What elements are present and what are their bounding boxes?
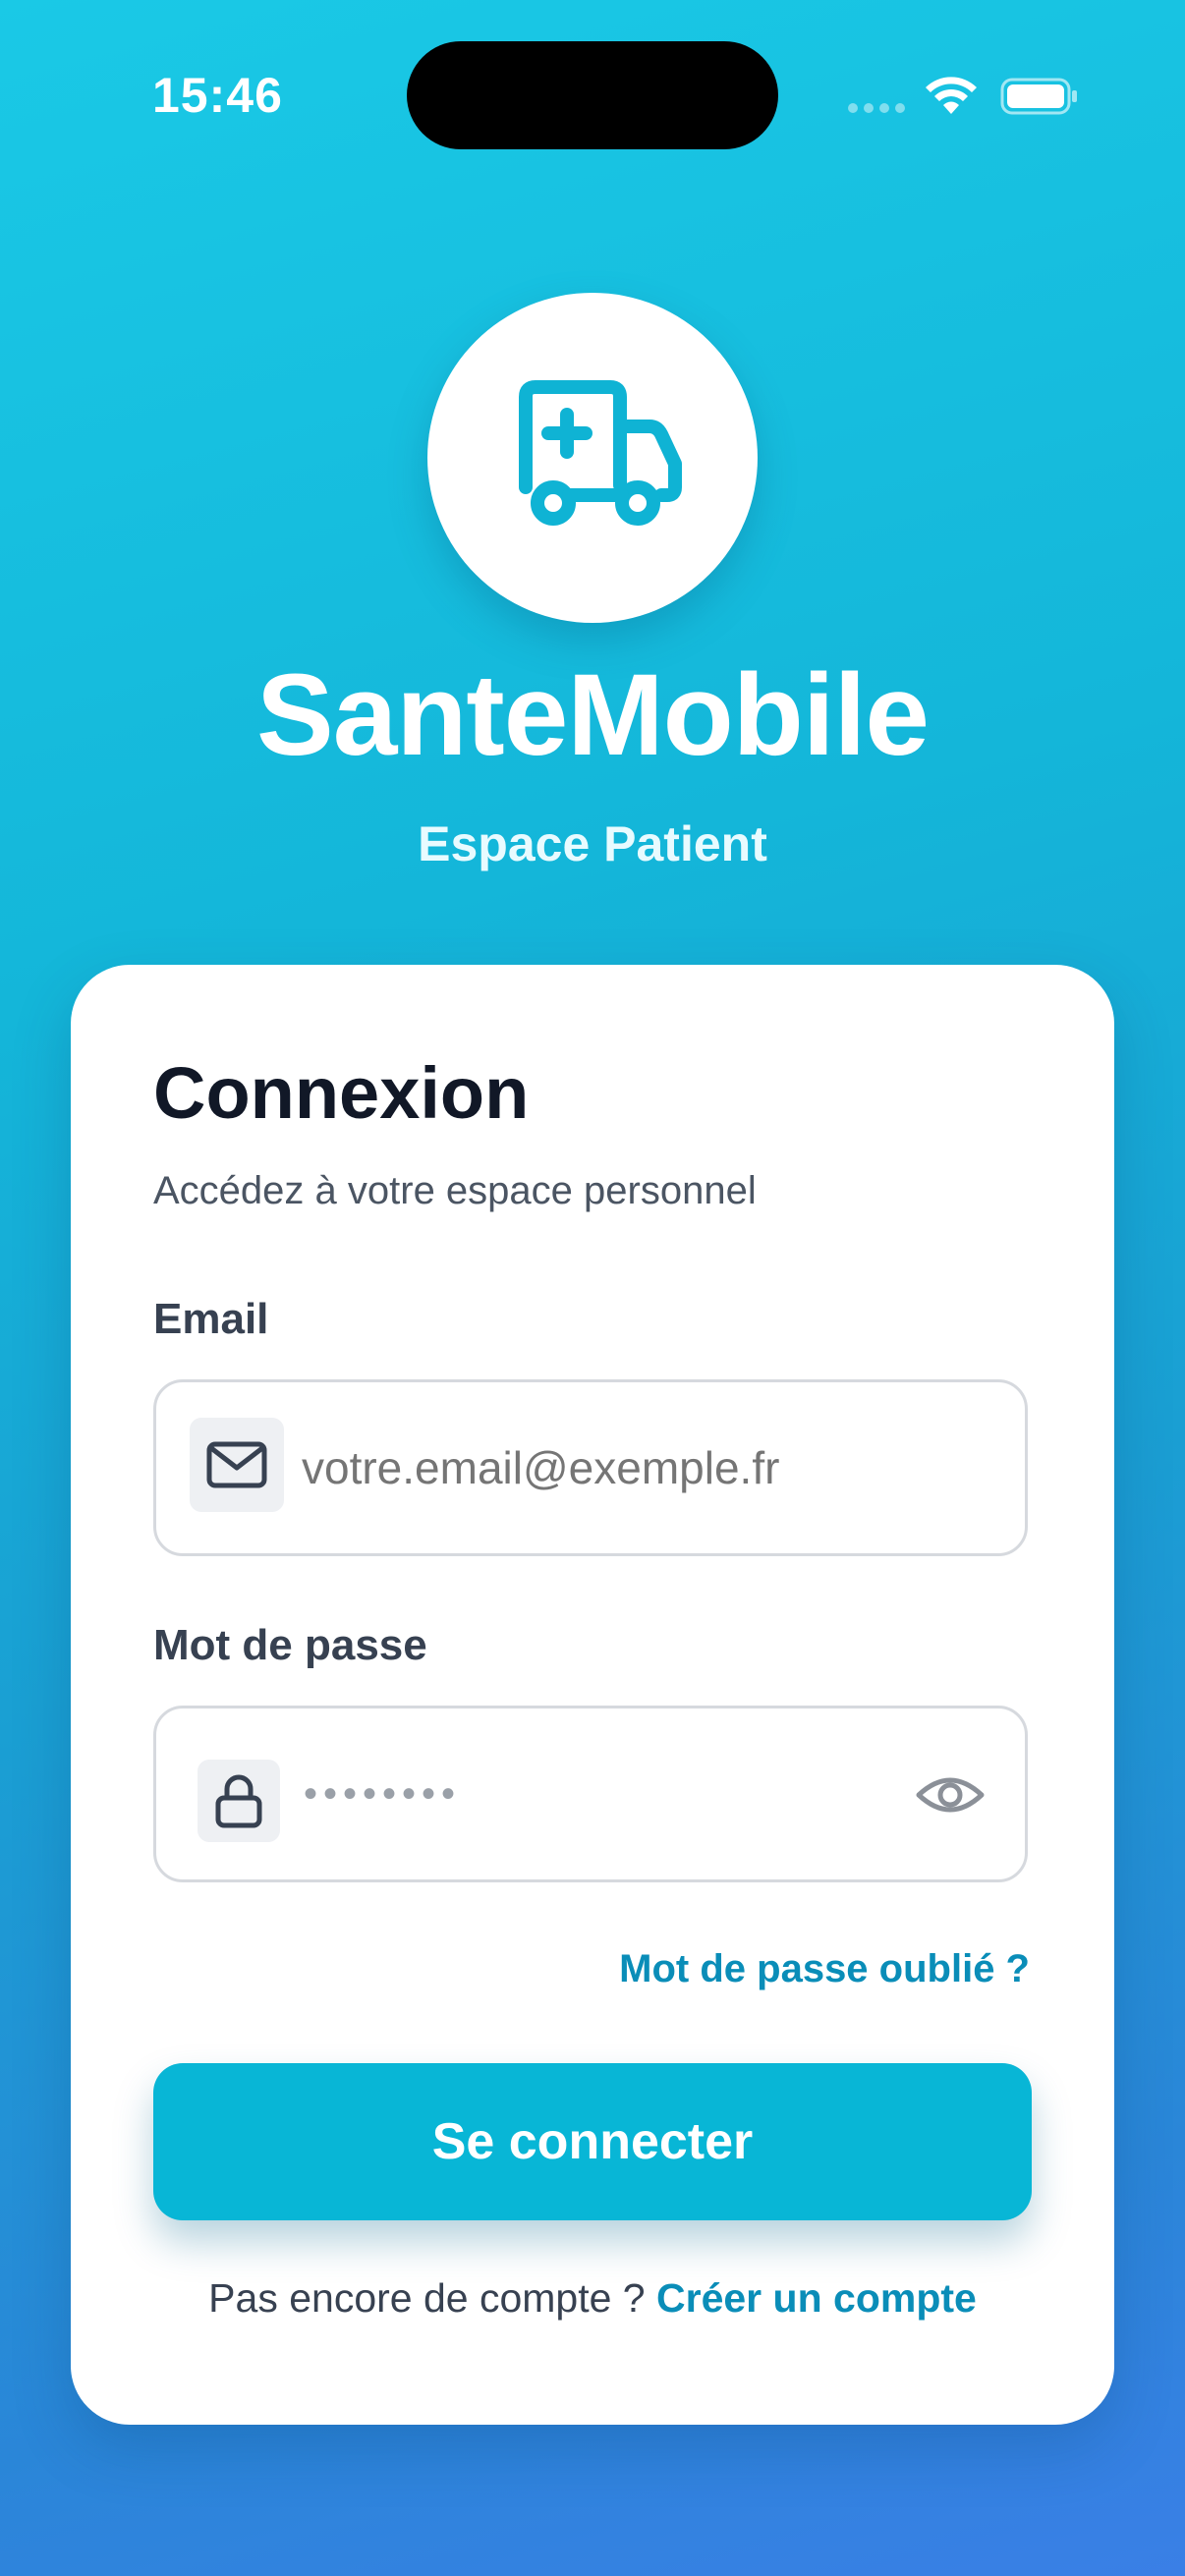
password-field-container[interactable]: ••••••••	[153, 1706, 1028, 1882]
email-field-container[interactable]	[153, 1379, 1028, 1556]
signup-row: Pas encore de compte ? Créer un compte	[71, 2275, 1114, 2322]
app-logo	[427, 293, 758, 623]
lock-icon-container	[198, 1760, 280, 1842]
app-subtitle: Espace Patient	[418, 816, 767, 871]
mail-icon-container	[190, 1418, 284, 1512]
eye-icon[interactable]	[915, 1765, 986, 1824]
password-input[interactable]: ••••••••	[304, 1708, 461, 1879]
forgot-password-link[interactable]: Mot de passe oublié ?	[619, 1947, 1030, 1991]
wifi-icon	[926, 77, 977, 114]
cellular-signal-icon	[848, 103, 905, 113]
dynamic-island	[407, 41, 778, 149]
lock-icon	[215, 1774, 262, 1828]
ambulance-icon	[519, 380, 682, 526]
status-time: 15:46	[152, 68, 283, 123]
login-subtitle: Accédez à votre espace personnel	[153, 1169, 757, 1212]
login-button[interactable]: Se connecter	[153, 2063, 1032, 2220]
status-bar: 15:46	[0, 0, 1185, 196]
password-label: Mot de passe	[153, 1621, 427, 1669]
battery-icon	[1000, 78, 1077, 115]
email-label: Email	[153, 1295, 269, 1343]
signup-link[interactable]: Créer un compte	[656, 2275, 977, 2321]
signup-prompt: Pas encore de compte ?	[208, 2275, 646, 2321]
app-title: SanteMobile	[256, 650, 930, 780]
mail-icon	[206, 1441, 267, 1488]
login-title: Connexion	[153, 1052, 530, 1134]
login-card: Connexion Accédez à votre espace personn…	[71, 965, 1114, 2425]
email-input[interactable]	[302, 1382, 911, 1553]
